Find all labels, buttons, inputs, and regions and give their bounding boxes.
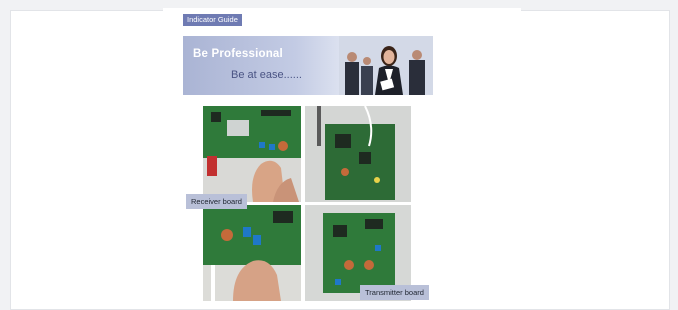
banner-title: Be Professional — [193, 48, 283, 60]
document-page: Indicator Guide Be Professional Be at ea… — [163, 8, 521, 308]
banner-subtitle: Be at ease...... — [231, 69, 302, 81]
section-tag: Indicator Guide — [183, 14, 242, 26]
business-team-photo — [339, 36, 433, 95]
receiver-board-photo-1 — [203, 106, 301, 202]
transmitter-board-caption: Transmitter board — [360, 285, 429, 300]
promo-banner: Be Professional Be at ease...... — [183, 36, 433, 95]
receiver-board-caption: Receiver board — [186, 194, 247, 209]
receiver-board-photo-3 — [203, 205, 301, 301]
receiver-board-photo-2 — [305, 106, 411, 202]
section-header: Indicator Guide — [183, 14, 433, 37]
